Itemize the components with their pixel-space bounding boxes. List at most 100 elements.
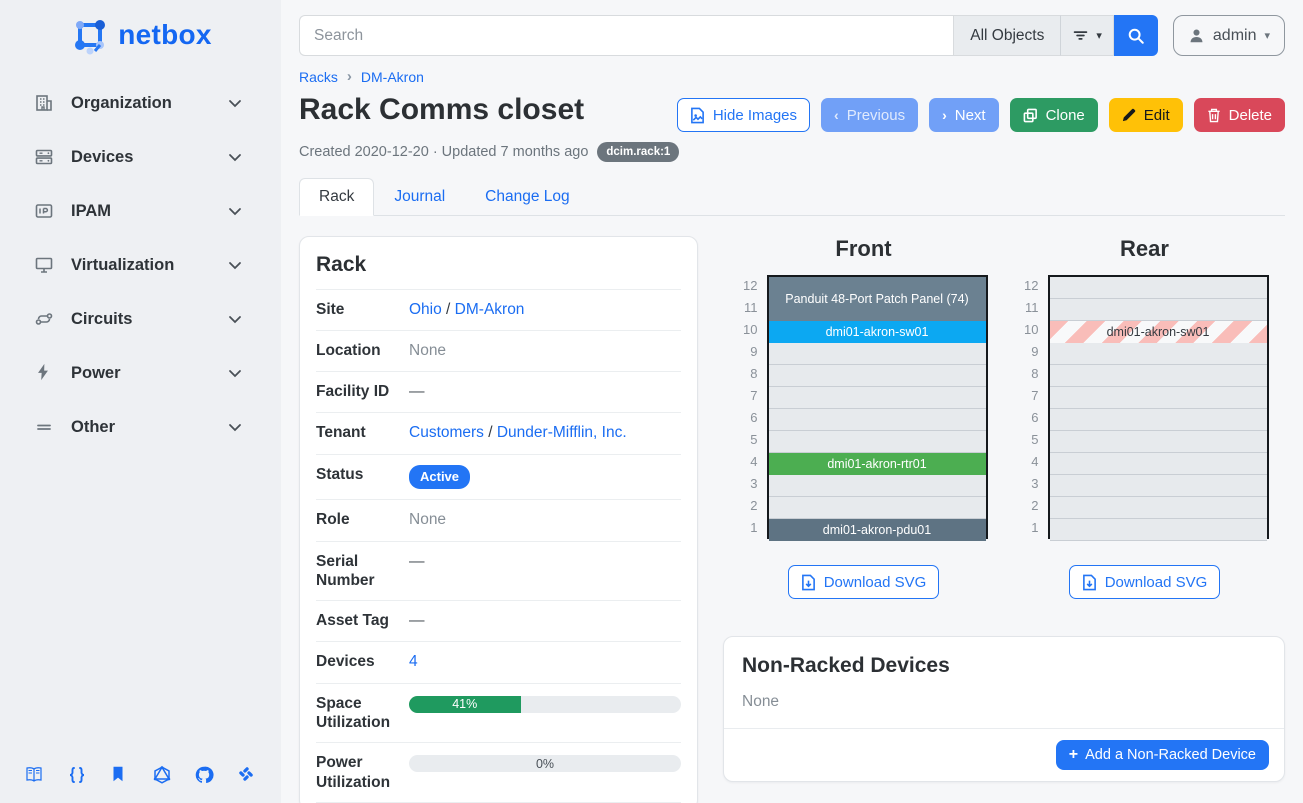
community-icon[interactable] — [237, 765, 257, 785]
detail-label: Site — [316, 300, 409, 319]
unit-number: 11 — [1021, 297, 1039, 319]
detail-value: None — [409, 341, 681, 361]
empty-unit-slot[interactable] — [1050, 299, 1267, 321]
person-icon — [1188, 27, 1205, 44]
delete-button[interactable]: Delete — [1194, 98, 1285, 132]
rack-detail-rows: SiteOhio / DM-AkronLocationNoneFacility … — [316, 289, 681, 803]
empty-unit-slot[interactable] — [1050, 497, 1267, 519]
empty-unit-slot[interactable] — [1050, 387, 1267, 409]
detail-row-site: SiteOhio / DM-Akron — [316, 289, 681, 331]
detail-link[interactable]: Customers — [409, 424, 484, 441]
detail-value: Ohio / DM-Akron — [409, 300, 681, 320]
empty-unit-slot[interactable] — [1050, 431, 1267, 453]
object-type-label: All Objects — [970, 27, 1044, 45]
next-button[interactable]: › Next — [929, 98, 999, 132]
clone-button[interactable]: Clone — [1010, 98, 1098, 132]
delete-label: Delete — [1229, 107, 1272, 124]
tab-change-log[interactable]: Change Log — [465, 178, 589, 216]
bookmark-icon[interactable] — [109, 765, 129, 785]
sidebar-item-organization[interactable]: Organization — [0, 76, 281, 130]
empty-unit-slot[interactable] — [769, 497, 986, 519]
non-racked-devices-card: Non-Racked Devices None + Add a Non-Rack… — [723, 636, 1285, 782]
sidebar-item-ipam[interactable]: IPAM — [0, 184, 281, 238]
empty-unit-slot[interactable] — [1050, 519, 1267, 541]
unit-number: 10 — [740, 319, 758, 341]
docs-icon[interactable] — [24, 765, 44, 785]
unit-number: 5 — [740, 429, 758, 451]
chevron-down-icon — [227, 365, 243, 381]
detail-label: Devices — [316, 652, 409, 671]
sidebar-item-virtualization[interactable]: Virtualization — [0, 238, 281, 292]
empty-unit-slot[interactable] — [1050, 453, 1267, 475]
tab-rack[interactable]: Rack — [299, 178, 374, 216]
sidebar-item-other[interactable]: Other — [0, 400, 281, 454]
previous-button[interactable]: ‹ Previous — [821, 98, 918, 132]
hide-images-button[interactable]: Hide Images — [677, 98, 810, 132]
detail-link[interactable]: DM-Akron — [455, 301, 525, 318]
search-input[interactable] — [299, 15, 953, 56]
breadcrumb-link[interactable]: DM-Akron — [361, 69, 424, 85]
empty-unit-slot[interactable] — [769, 387, 986, 409]
empty-unit-slot[interactable] — [769, 475, 986, 497]
search-filter-button[interactable]: ▾ — [1060, 15, 1114, 56]
rack-device[interactable]: dmi01-akron-sw01 — [1050, 321, 1267, 343]
caret-down-icon: ▾ — [1264, 29, 1270, 42]
edit-button[interactable]: Edit — [1109, 98, 1183, 132]
download-file-icon — [801, 574, 816, 591]
previous-label: Previous — [847, 107, 905, 124]
add-non-racked-device-button[interactable]: + Add a Non-Racked Device — [1056, 740, 1269, 770]
empty-unit-slot[interactable] — [1050, 365, 1267, 387]
detail-link[interactable]: 4 — [409, 653, 418, 670]
tab-journal[interactable]: Journal — [374, 178, 465, 216]
detail-text: — — [409, 553, 425, 570]
detail-text: None — [409, 342, 446, 359]
filter-icon — [1072, 27, 1089, 44]
empty-unit-slot[interactable] — [1050, 475, 1267, 497]
github-icon[interactable] — [194, 765, 214, 785]
edit-label: Edit — [1144, 107, 1170, 124]
empty-unit-slot[interactable] — [1050, 409, 1267, 431]
detail-link[interactable]: Dunder-Mifflin, Inc. — [497, 424, 627, 441]
netbox-logo-icon — [69, 14, 111, 56]
detail-value: Customers / Dunder-Mifflin, Inc. — [409, 423, 681, 443]
search-submit-button[interactable] — [1114, 15, 1158, 56]
download-svg-button[interactable]: Download SVG — [1069, 565, 1221, 599]
detail-value: 4 — [409, 652, 681, 672]
chevron-left-icon: ‹ — [834, 108, 839, 122]
device-name: dmi01-akron-pdu01 — [823, 523, 931, 537]
rack-box: dmi01-akron-sw01 — [1048, 275, 1269, 539]
empty-unit-slot[interactable] — [769, 431, 986, 453]
non-racked-header: Non-Racked Devices — [724, 637, 1284, 678]
netbox-logo[interactable]: netbox — [0, 14, 281, 56]
graphql-icon[interactable] — [152, 765, 172, 785]
empty-unit-slot[interactable] — [769, 409, 986, 431]
status-badge: Active — [409, 465, 470, 490]
empty-unit-slot[interactable] — [1050, 277, 1267, 299]
breadcrumb-link[interactable]: Racks — [299, 69, 338, 85]
unit-number: 9 — [740, 341, 758, 363]
progress-label: 0% — [409, 755, 681, 772]
rack-device[interactable]: dmi01-akron-pdu01 — [769, 519, 986, 541]
unit-numbers: 121110987654321 — [740, 275, 758, 539]
sidebar-item-power[interactable]: Power — [0, 346, 281, 400]
download-svg-button[interactable]: Download SVG — [788, 565, 940, 599]
detail-label: Space Utilization — [316, 694, 409, 733]
empty-unit-slot[interactable] — [769, 365, 986, 387]
unit-number: 5 — [1021, 429, 1039, 451]
empty-unit-slot[interactable] — [769, 343, 986, 365]
lightning-icon — [34, 363, 54, 383]
detail-label: Asset Tag — [316, 611, 409, 630]
detail-link[interactable]: Ohio — [409, 301, 442, 318]
sidebar-item-devices[interactable]: Devices — [0, 130, 281, 184]
detail-text: — — [409, 383, 425, 400]
rack-device[interactable]: Panduit 48-Port Patch Panel (74) — [769, 277, 986, 321]
api-braces-icon[interactable] — [67, 765, 87, 785]
rack-device[interactable]: dmi01-akron-rtr01 — [769, 453, 986, 475]
user-menu-button[interactable]: admin ▾ — [1173, 15, 1285, 56]
sidebar-item-circuits[interactable]: Circuits — [0, 292, 281, 346]
object-type-select[interactable]: All Objects — [953, 15, 1060, 56]
empty-unit-slot[interactable] — [1050, 343, 1267, 365]
trash-icon — [1207, 108, 1221, 123]
plus-icon: + — [1069, 746, 1078, 764]
rack-device[interactable]: dmi01-akron-sw01 — [769, 321, 986, 343]
